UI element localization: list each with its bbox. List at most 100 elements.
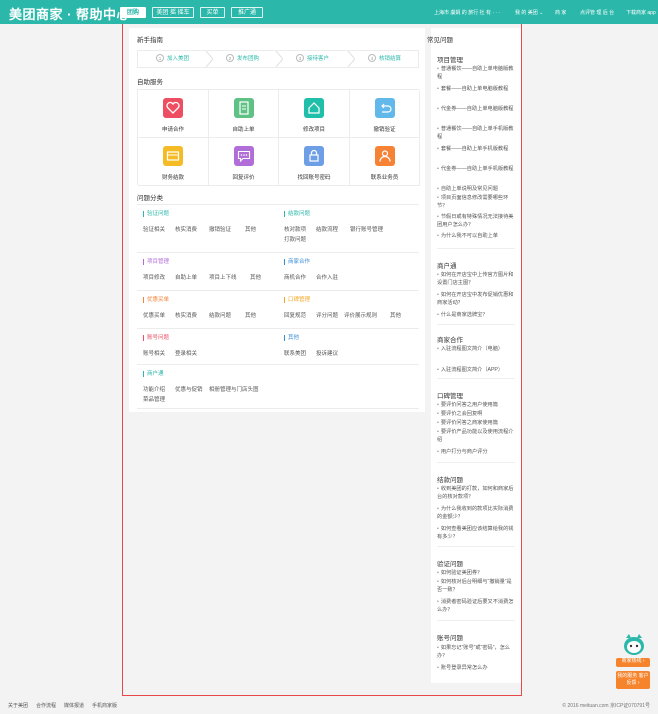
category-link[interactable]: 回复规范 <box>284 311 306 319</box>
category-link[interactable]: 联系美团 <box>284 349 306 357</box>
category-discount: 优惠买单 优惠买单 核实消费 结款问题 其他 <box>137 291 278 329</box>
category-link[interactable]: 其他 <box>250 273 261 281</box>
category-title[interactable]: 优惠买单 <box>143 297 169 303</box>
merchant-hotline-button[interactable]: 商家热线 › <box>616 658 650 667</box>
service-label: 撤销验证 <box>373 127 396 133</box>
guide-step-join[interactable]: 1 加入美团 <box>156 51 189 67</box>
category-link[interactable]: 优惠买单 <box>143 311 165 319</box>
category-title[interactable]: 验证问题 <box>143 211 169 217</box>
category-link[interactable]: 项目修改 <box>143 273 165 281</box>
service-revoke-verify[interactable]: 撤销验证 <box>349 90 420 138</box>
merchant-link[interactable]: 商 家 <box>555 9 566 16</box>
footer-link-media[interactable]: 媒体报道 <box>64 702 84 709</box>
service-apply-cooperation[interactable]: 申请合作 <box>138 90 209 138</box>
category-link[interactable]: 功能介绍 <box>143 385 165 393</box>
category-link[interactable]: 自助上单 <box>175 273 197 281</box>
faq-item[interactable]: 用户打分与商户评分 <box>437 448 515 456</box>
category-link[interactable]: 其他 <box>245 311 256 319</box>
category-link[interactable]: 结款流程 <box>316 225 338 233</box>
faq-item[interactable]: 普通餐饮——自助上单手机版教程 <box>437 125 515 141</box>
nav-tab-promotion[interactable]: 推广通 <box>231 7 263 18</box>
category-link[interactable]: 核实消费 <box>175 225 197 233</box>
dianping-admin-link[interactable]: 点评管 理 后 台 <box>580 9 614 16</box>
category-link[interactable]: 评分问题 <box>316 311 338 319</box>
category-title[interactable]: 结款问题 <box>284 211 310 217</box>
service-finance[interactable]: 财务结款 <box>138 138 209 186</box>
nav-tab-groupbuy[interactable]: 团购 <box>120 7 146 18</box>
category-link[interactable]: 投诉建议 <box>316 349 338 357</box>
category-link[interactable]: 合作入驻 <box>316 273 338 281</box>
faq-item[interactable]: 要评价问答之商家使用篇 <box>437 419 515 427</box>
category-link[interactable]: 银行账号管理 <box>350 225 383 233</box>
category-link[interactable]: 验证相关 <box>143 225 165 233</box>
guide-step-publish[interactable]: 2 发布团购 <box>226 51 259 67</box>
category-link[interactable]: 打款问题 <box>284 235 306 243</box>
service-modify-project[interactable]: 修改项目 <box>279 90 350 138</box>
faq-item[interactable]: 如何在开店宝中发布促销优惠和商家活动？ <box>437 291 515 307</box>
customer-feedback-button[interactable]: 我的服务 客户反馈 › <box>616 671 650 689</box>
faq-item[interactable]: 套餐——自助上单电脑版教程 <box>437 85 515 93</box>
download-app-link[interactable]: 下载商家 app <box>626 9 656 16</box>
faq-item[interactable]: 要评价问答之用户使用篇 <box>437 401 515 409</box>
footer-link-about[interactable]: 关于美团 <box>8 702 28 709</box>
faq-item[interactable]: 如何验证美团券？ <box>437 569 515 577</box>
category-link[interactable]: 项目上下线 <box>209 273 237 281</box>
my-meituan-link[interactable]: 我 的 美团 ⌄ <box>515 9 543 16</box>
faq-item[interactable]: 什么是商家选牌宝？ <box>437 311 515 319</box>
category-title[interactable]: 口碑管理 <box>284 297 310 303</box>
category-link[interactable]: 菜品管理 <box>143 395 165 403</box>
service-self-listing[interactable]: 自助上单 <box>208 90 279 138</box>
footer-link-process[interactable]: 合作流程 <box>36 702 56 709</box>
category-link[interactable]: 评价展示规则 <box>344 311 377 319</box>
guide-step-receive[interactable]: 3 接待客户 <box>296 51 329 67</box>
category-link[interactable]: 撤销验证 <box>209 225 231 233</box>
service-contact-sales[interactable]: 联系业务员 <box>349 138 420 186</box>
faq-item[interactable]: 如何在开店宝中上传官方图片和设置门店主图？ <box>437 271 515 287</box>
category-link[interactable]: 核实消费 <box>175 311 197 319</box>
category-link[interactable]: 优惠与促销 <box>175 385 203 393</box>
mascot-icon[interactable] <box>621 632 647 656</box>
faq-item[interactable]: 为什么我不可以自助上单 <box>437 232 515 240</box>
faq-item[interactable]: 代金券——自助上单手机版教程 <box>437 165 515 173</box>
category-link[interactable]: 相册管理与门店头图 <box>209 385 259 393</box>
category-link[interactable]: 结款问题 <box>209 311 231 319</box>
faq-item[interactable]: 入驻流程图文简介（电脑） <box>437 345 515 353</box>
faq-item[interactable]: 普通餐饮——自助上单电脑版教程 <box>437 65 515 81</box>
faq-item[interactable]: 代金券——自助上单电脑版教程 <box>437 105 515 113</box>
faq-item[interactable]: 如何核对后台明细与“撤销量”是否一致？ <box>437 578 515 594</box>
nav-tab-maidan[interactable]: 买单 <box>200 7 225 18</box>
faq-item[interactable]: 为什么我收到的款项比实际消费的金额少？ <box>437 505 515 521</box>
faq-item[interactable]: 账号登录异常怎么办 <box>437 664 515 672</box>
service-recover-password[interactable]: 找回账号密码 <box>279 138 350 186</box>
category-title[interactable]: 项目管理 <box>143 259 169 265</box>
faq-item[interactable]: 入驻流程图文简介（APP） <box>437 366 515 374</box>
faq-item[interactable]: 如何查看美团应该结算给我的钱有多少？ <box>437 525 515 541</box>
category-link[interactable]: 登录相关 <box>175 349 197 357</box>
category-link[interactable]: 核对款项 <box>284 225 306 233</box>
category-link[interactable]: 其他 <box>390 311 401 319</box>
account-merchant-name[interactable]: 上海市 虞娟 的 旅行 社 有 · · · <box>434 9 500 16</box>
faq-item[interactable]: 自助上单说明及常见问题 <box>437 185 515 193</box>
guide-step-settle[interactable]: 4 核销结算 <box>368 51 401 67</box>
service-reply-review[interactable]: 回复评价 <box>208 138 279 186</box>
category-title[interactable]: 商家合作 <box>284 259 310 265</box>
category-link[interactable]: 商机合作 <box>284 273 306 281</box>
category-title[interactable]: 其他 <box>284 335 299 341</box>
service-label: 找回账号密码 <box>297 175 331 181</box>
category-settlement: 结款问题 核对款项 结款流程 银行账号管理 打款问题 <box>278 205 419 253</box>
faq-item[interactable]: 如果忘记“账号”或“密码”，怎么办？ <box>437 644 515 660</box>
footer-link-mobile[interactable]: 手机商家版 <box>92 702 117 709</box>
site-logo[interactable]: 美团商家 · 帮助中心 <box>9 4 130 23</box>
category-link[interactable]: 账号相关 <box>143 349 165 357</box>
category-link[interactable]: 其他 <box>245 225 256 233</box>
faq-item[interactable]: 消费者密码验证后要又不消费怎么办？ <box>437 598 515 614</box>
faq-item[interactable]: 要评价产品功能以及使用流程介绍 <box>437 428 515 444</box>
faq-item[interactable]: 节假日或有特殊情况无法接待美团用户怎么办？ <box>437 213 515 229</box>
category-title[interactable]: 账号问题 <box>143 335 169 341</box>
category-title[interactable]: 商户通 <box>143 371 164 377</box>
faq-item[interactable]: 要评价之会回复啊 <box>437 410 515 418</box>
faq-item[interactable]: 套餐——自助上单手机版教程 <box>437 145 515 153</box>
faq-item[interactable]: 项目页面信息修改需要哪些环节？ <box>437 194 515 210</box>
nav-tab-meituan-car[interactable]: 美团 摇 摇车 <box>152 7 194 18</box>
faq-item[interactable]: 收到美团的打款，如何和商家后台的核对款项？ <box>437 485 515 501</box>
